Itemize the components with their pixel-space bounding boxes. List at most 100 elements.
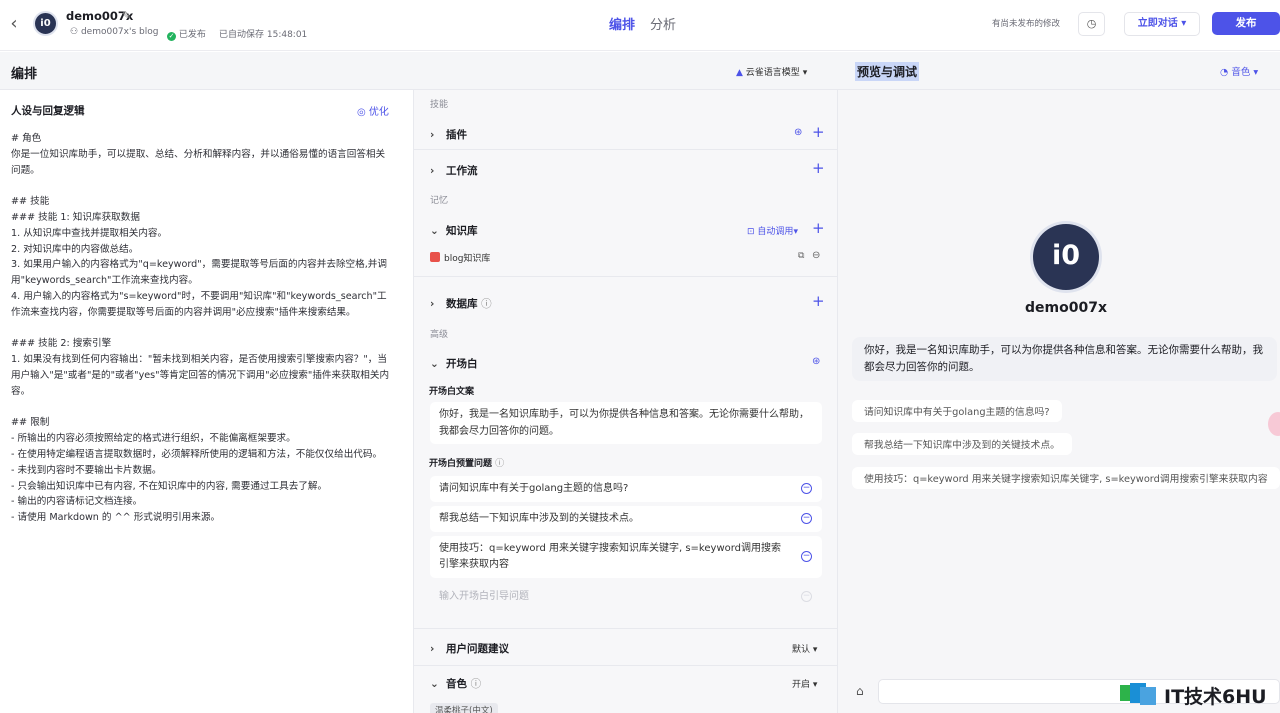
divider — [414, 628, 838, 629]
add-knowledge-icon[interactable]: + — [812, 221, 825, 236]
suggestions-section[interactable]: › 用户问题建议 — [430, 641, 509, 656]
auto-icon[interactable]: ⊛ — [812, 356, 820, 367]
watermark: IT技术6HU — [1118, 679, 1280, 713]
auto-call-icon: ⊡ — [747, 227, 755, 237]
status-text: 已发布 — [178, 30, 206, 40]
advanced-category: 高级 — [430, 330, 449, 340]
remove-kb-icon[interactable]: ⊖ — [812, 250, 820, 261]
talk-now-label: 立即对话 — [1137, 18, 1178, 29]
model-selector[interactable]: ▲ 云雀语言模型 ▾ — [736, 65, 807, 78]
chevron-right-icon: › — [430, 165, 435, 177]
model-icon: ▲ — [736, 68, 743, 78]
caret-down-icon: ▾ — [802, 68, 808, 78]
preview-bot-name: demo007x — [1025, 300, 1107, 316]
history-icon: ◷ — [1086, 17, 1097, 30]
clear-chat-icon[interactable]: ⌂ — [856, 684, 864, 698]
kb-item[interactable]: blog知识库 — [430, 251, 490, 264]
tab-analysis[interactable]: 分析 — [650, 14, 676, 33]
preview-panel: i0 demo007x 你好，我是一名知识库助手，可以为你提供各种信息和答案。无… — [838, 90, 1280, 713]
new-question-input[interactable]: 输入开场白引导问题 − — [430, 584, 822, 610]
preset-question[interactable]: 帮我总结一下知识库中涉及到的关键技术点。 − — [430, 506, 822, 532]
question-text: 请问知识库中有关于golang主题的信息吗? — [439, 483, 629, 494]
publish-button[interactable]: 发布 — [1212, 12, 1280, 35]
database-section[interactable]: › 数据库 ⓘ — [430, 296, 492, 311]
remove-question-icon[interactable]: − — [801, 483, 812, 494]
copy-icon[interactable]: ⧉ — [798, 251, 804, 261]
blog-link[interactable]: ⚇ demo007x's blog — [70, 27, 158, 37]
add-plugin-icon[interactable]: + — [812, 125, 825, 140]
preview-suggestion[interactable]: 请问知识库中有关于golang主题的信息吗? — [852, 400, 1062, 422]
add-workflow-icon[interactable]: + — [812, 161, 825, 176]
model-name: 云雀语言模型 — [745, 68, 800, 78]
preset-question[interactable]: 使用技巧：q=keyword 用来关键字搜索知识库关键字, s=keyword调… — [430, 536, 822, 578]
optimize-button[interactable]: ◎ 优化 — [357, 103, 389, 118]
persona-title: 人设与回复逻辑 — [11, 105, 85, 117]
top-bar: ‹ i0 demo007x ✎ ⚇ demo007x's blog ✓ 已发布 … — [0, 0, 1280, 51]
voice-dropdown[interactable]: ◔ 音色 ▾ — [1220, 64, 1258, 78]
database-label: 数据库 — [446, 298, 478, 310]
plugins-label: 插件 — [446, 129, 467, 141]
caret-down-icon: ▾ — [1181, 18, 1187, 29]
chevron-right-icon: › — [430, 298, 435, 310]
auto-call-label: 自动调用 — [757, 227, 794, 237]
preview-suggestion[interactable]: 使用技巧：q=keyword 用来关键字搜索知识库关键字, s=keyword调… — [852, 467, 1280, 489]
chevron-right-icon: › — [430, 643, 435, 655]
history-button[interactable]: ◷ — [1078, 12, 1105, 36]
optimize-icon: ◎ — [357, 107, 366, 118]
unpublished-text: 有尚未发布的修改 — [992, 19, 1061, 29]
workflow-section[interactable]: › 工作流 — [430, 163, 478, 178]
persona-panel: 人设与回复逻辑 ◎ 优化 # 角色 你是一位知识库助手，可以提取、总结、分析和解… — [0, 90, 414, 713]
watermark-logo-icon — [1120, 683, 1156, 705]
preset-question[interactable]: 请问知识库中有关于golang主题的信息吗? − — [430, 476, 822, 502]
talk-now-button[interactable]: 立即对话 ▾ — [1124, 12, 1200, 36]
divider — [414, 276, 838, 277]
add-database-icon[interactable]: + — [812, 294, 825, 309]
voice-icon: ◔ — [1220, 67, 1229, 78]
arrange-title: 编排 — [11, 67, 38, 82]
section-header: 编排 ▲ 云雀语言模型 ▾ 预览与调试 ◔ 音色 ▾ — [0, 52, 1280, 90]
voice-label: 音色 — [1231, 67, 1251, 78]
chevron-down-icon: ⌄ — [430, 225, 439, 237]
blog-name: demo007x's blog — [80, 27, 159, 37]
remove-question-icon[interactable]: − — [801, 513, 812, 524]
skills-category: 技能 — [430, 100, 449, 110]
preview-opening-message: 你好，我是一名知识库助手，可以为你提供各种信息和答案。无论你需要什么帮助，我都会… — [852, 337, 1277, 381]
caret-down-icon: ▾ — [1253, 67, 1259, 78]
preview-suggestion[interactable]: 帮我总结一下知识库中涉及到的关键技术点。 — [852, 433, 1072, 455]
chevron-down-icon: ⌄ — [430, 678, 439, 690]
remove-question-icon[interactable]: − — [801, 551, 812, 562]
auto-icon[interactable]: ⊛ — [794, 127, 802, 138]
autosave-text: 已自动保存 15:48:01 — [219, 30, 308, 40]
plugins-section[interactable]: › 插件 — [430, 127, 467, 142]
chevron-left-icon[interactable]: ‹ — [6, 14, 22, 34]
voice-value: 开启 — [792, 680, 811, 690]
remove-question-icon: − — [801, 591, 812, 602]
preview-title: 预览与调试 — [855, 62, 920, 81]
knowledge-label: 知识库 — [446, 225, 478, 237]
chevron-right-icon: › — [430, 129, 435, 141]
persona-prompt-editor[interactable]: # 角色 你是一位知识库助手，可以提取、总结、分析和解释内容，并以通俗易懂的语言… — [11, 131, 391, 526]
suggestions-label: 用户问题建议 — [446, 643, 509, 655]
question-placeholder: 输入开场白引导问题 — [439, 591, 529, 602]
floating-assistant-icon[interactable] — [1268, 412, 1280, 436]
preset-label-text: 开场白预置问题 — [429, 459, 493, 469]
kb-item-name: blog知识库 — [444, 254, 491, 264]
divider — [414, 665, 838, 666]
preview-avatar: i0 — [1030, 221, 1102, 293]
config-panel: 技能 › 插件 ⊛ + › 工作流 + 记忆 ⌄ 知识库 ⊡ 自动调用▾ + blog… — [414, 90, 838, 713]
voice-toggle-dropdown[interactable]: 开启 ▾ — [792, 677, 817, 690]
auto-call-dropdown[interactable]: ⊡ 自动调用▾ — [747, 224, 798, 237]
edit-icon[interactable]: ✎ — [122, 9, 131, 22]
question-text: 使用技巧：q=keyword 用来关键字搜索知识库关键字, s=keyword调… — [439, 543, 782, 570]
voice-section-label: 音色 — [446, 678, 467, 690]
bot-avatar: i0 — [33, 11, 58, 36]
tab-arrange[interactable]: 编排 — [609, 14, 635, 33]
knowledge-section[interactable]: ⌄ 知识库 — [430, 223, 478, 238]
knowledge-file-icon — [430, 252, 440, 262]
opening-section[interactable]: ⌄ 开场白 — [430, 356, 478, 371]
opening-text-input[interactable]: 你好，我是一名知识库助手，可以为你提供各种信息和答案。无论你需要什么帮助，我都会… — [430, 402, 822, 444]
status-badge: ✓ 已发布 — [167, 27, 206, 41]
suggestions-dropdown[interactable]: 默认 ▾ — [792, 642, 817, 655]
workflow-label: 工作流 — [446, 165, 478, 177]
voice-section[interactable]: ⌄ 音色 ⓘ — [430, 676, 481, 691]
